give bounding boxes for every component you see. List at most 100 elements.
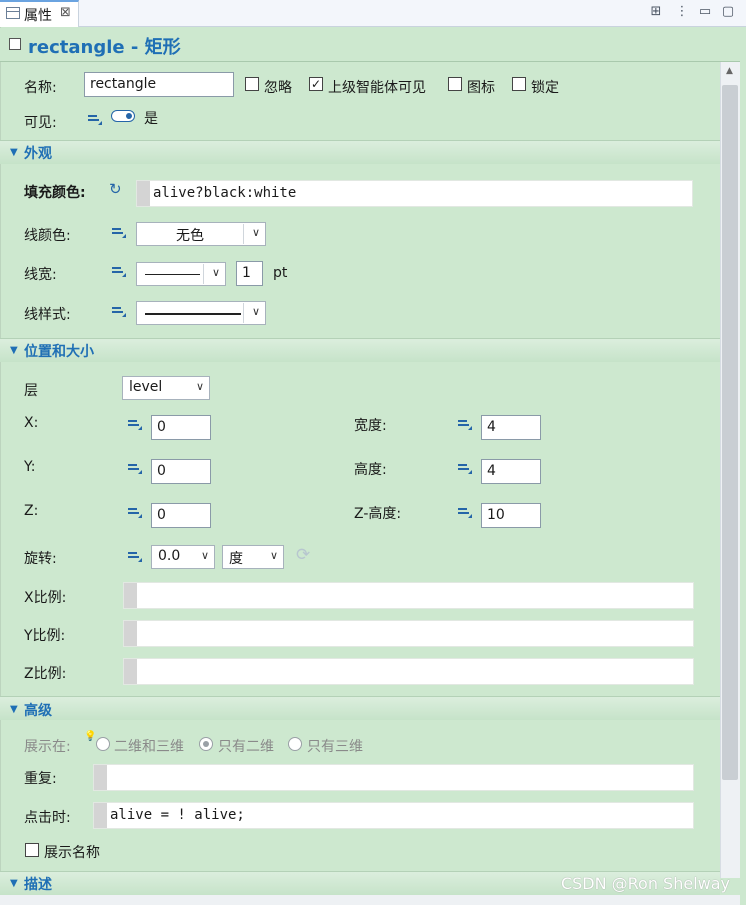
- ignore-label: 忽略: [264, 80, 292, 96]
- hint-bulb-icon: 💡: [84, 731, 97, 742]
- radio-3d-only[interactable]: [288, 737, 302, 751]
- width-input[interactable]: 4: [481, 415, 541, 440]
- visible-upper-label: 上级智能体可见: [328, 80, 426, 96]
- line-color-select[interactable]: 无色 ∨: [136, 222, 266, 246]
- static-value-icon[interactable]: [112, 226, 126, 238]
- section-appearance-title[interactable]: 外观: [24, 143, 52, 163]
- show-name-checkbox[interactable]: [25, 843, 39, 857]
- line-width-label: 线宽:: [24, 267, 57, 283]
- z-scale-label: Z比例:: [24, 666, 67, 682]
- new-window-icon[interactable]: ⊞: [648, 4, 664, 20]
- static-value-icon[interactable]: [458, 506, 472, 518]
- static-value-icon[interactable]: [128, 550, 142, 562]
- z-height-label: Z-高度:: [354, 506, 402, 522]
- line-width-input[interactable]: 1: [236, 261, 263, 286]
- visible-label: 可见:: [24, 115, 57, 131]
- static-value-icon[interactable]: [128, 506, 142, 518]
- chevron-down-icon: ∨: [195, 380, 204, 393]
- section-description-title[interactable]: 描述: [24, 874, 52, 894]
- icon-label: 图标: [467, 80, 495, 96]
- visible-upper-checkbox[interactable]: ✓: [309, 77, 323, 91]
- section-advanced[interactable]: [0, 696, 720, 720]
- rotate-icon[interactable]: ⟳: [296, 545, 310, 565]
- layer-select[interactable]: level ∨: [122, 376, 210, 400]
- z-label: Z:: [24, 503, 39, 519]
- y-scale-input[interactable]: [123, 620, 694, 647]
- expand-arrow-icon[interactable]: ▼: [10, 345, 18, 356]
- line-width-unit: pt: [273, 265, 288, 281]
- dynamic-value-icon[interactable]: ↻: [109, 180, 122, 198]
- icon-checkbox[interactable]: [448, 77, 462, 91]
- close-icon[interactable]: ⊠: [60, 5, 71, 20]
- lock-label: 锁定: [531, 80, 559, 96]
- expand-arrow-icon[interactable]: ▼: [10, 878, 18, 889]
- view-tab-bar: [0, 0, 746, 27]
- repeat-label: 重复:: [24, 771, 57, 787]
- fill-color-expression[interactable]: alive?black:white: [136, 180, 693, 207]
- visible-value: 是: [144, 111, 158, 127]
- line-width-select[interactable]: ∨: [136, 262, 226, 286]
- vertical-scroll-thumb[interactable]: [722, 85, 738, 780]
- fill-color-label: 填充颜色:: [24, 185, 86, 201]
- minimize-icon[interactable]: ▭: [697, 4, 713, 20]
- repeat-input[interactable]: [93, 764, 694, 791]
- tab-label: 属性: [24, 8, 52, 24]
- rotation-select[interactable]: 0.0 ∨: [151, 545, 215, 569]
- static-value-icon[interactable]: [458, 462, 472, 474]
- chevron-down-icon: ∨: [211, 266, 220, 279]
- chevron-down-icon: ∨: [251, 226, 260, 239]
- x-scale-input[interactable]: [123, 582, 694, 609]
- element-type-icon: [9, 38, 21, 50]
- rotation-label: 旋转:: [24, 551, 57, 567]
- y-scale-label: Y比例:: [24, 628, 66, 644]
- static-value-icon[interactable]: [112, 265, 126, 277]
- chevron-down-icon: ∨: [251, 305, 260, 318]
- section-position-size-title[interactable]: 位置和大小: [24, 341, 94, 361]
- visible-toggle[interactable]: [111, 110, 135, 122]
- ignore-checkbox[interactable]: [245, 77, 259, 91]
- section-advanced-title[interactable]: 高级: [24, 700, 52, 720]
- section-position-size[interactable]: [0, 338, 720, 362]
- scroll-up-icon[interactable]: ▲: [726, 66, 733, 76]
- expand-arrow-icon[interactable]: ▼: [10, 704, 18, 715]
- section-appearance[interactable]: [0, 140, 720, 164]
- line-style-select[interactable]: ∨: [136, 301, 266, 325]
- show-in-label: 展示在:: [24, 739, 71, 755]
- watermark: CSDN @Ron Shelway: [560, 874, 730, 893]
- radio-2d-3d-label: 二维和三维: [114, 739, 184, 755]
- on-click-label: 点击时:: [24, 810, 71, 826]
- x-scale-label: X比例:: [24, 590, 67, 606]
- horizontal-scrollbar[interactable]: [0, 895, 740, 905]
- tab-properties[interactable]: 属性 ⊠: [0, 0, 79, 27]
- radio-2d-only-label: 只有二维: [218, 739, 274, 755]
- z-height-input[interactable]: 10: [481, 503, 541, 528]
- y-input[interactable]: 0: [151, 459, 211, 484]
- static-value-icon[interactable]: [128, 462, 142, 474]
- line-color-label: 线颜色:: [24, 228, 71, 244]
- height-input[interactable]: 4: [481, 459, 541, 484]
- lock-checkbox[interactable]: [512, 77, 526, 91]
- rotation-unit-select[interactable]: 度 ∨: [222, 545, 284, 569]
- show-name-label: 展示名称: [44, 845, 100, 861]
- x-label: X:: [24, 415, 39, 431]
- static-value-icon[interactable]: [128, 418, 142, 430]
- z-input[interactable]: 0: [151, 503, 211, 528]
- name-input[interactable]: rectangle: [84, 72, 234, 97]
- maximize-icon[interactable]: ▢: [720, 4, 736, 20]
- on-click-input[interactable]: alive = ! alive;: [93, 802, 694, 829]
- z-scale-input[interactable]: [123, 658, 694, 685]
- width-label: 宽度:: [354, 418, 387, 434]
- view-menu-icon[interactable]: ⋮: [674, 4, 690, 20]
- chevron-down-icon: ∨: [200, 549, 209, 562]
- radio-2d-3d[interactable]: [96, 737, 110, 751]
- expand-arrow-icon[interactable]: ▼: [10, 147, 18, 158]
- x-input[interactable]: 0: [151, 415, 211, 440]
- y-label: Y:: [24, 459, 36, 475]
- layer-label: 层: [24, 383, 38, 399]
- static-value-icon[interactable]: [112, 305, 126, 317]
- static-value-icon[interactable]: [458, 418, 472, 430]
- radio-3d-only-label: 只有三维: [307, 739, 363, 755]
- radio-2d-only[interactable]: [199, 737, 213, 751]
- chevron-down-icon: ∨: [269, 549, 278, 562]
- static-value-icon[interactable]: [88, 113, 102, 125]
